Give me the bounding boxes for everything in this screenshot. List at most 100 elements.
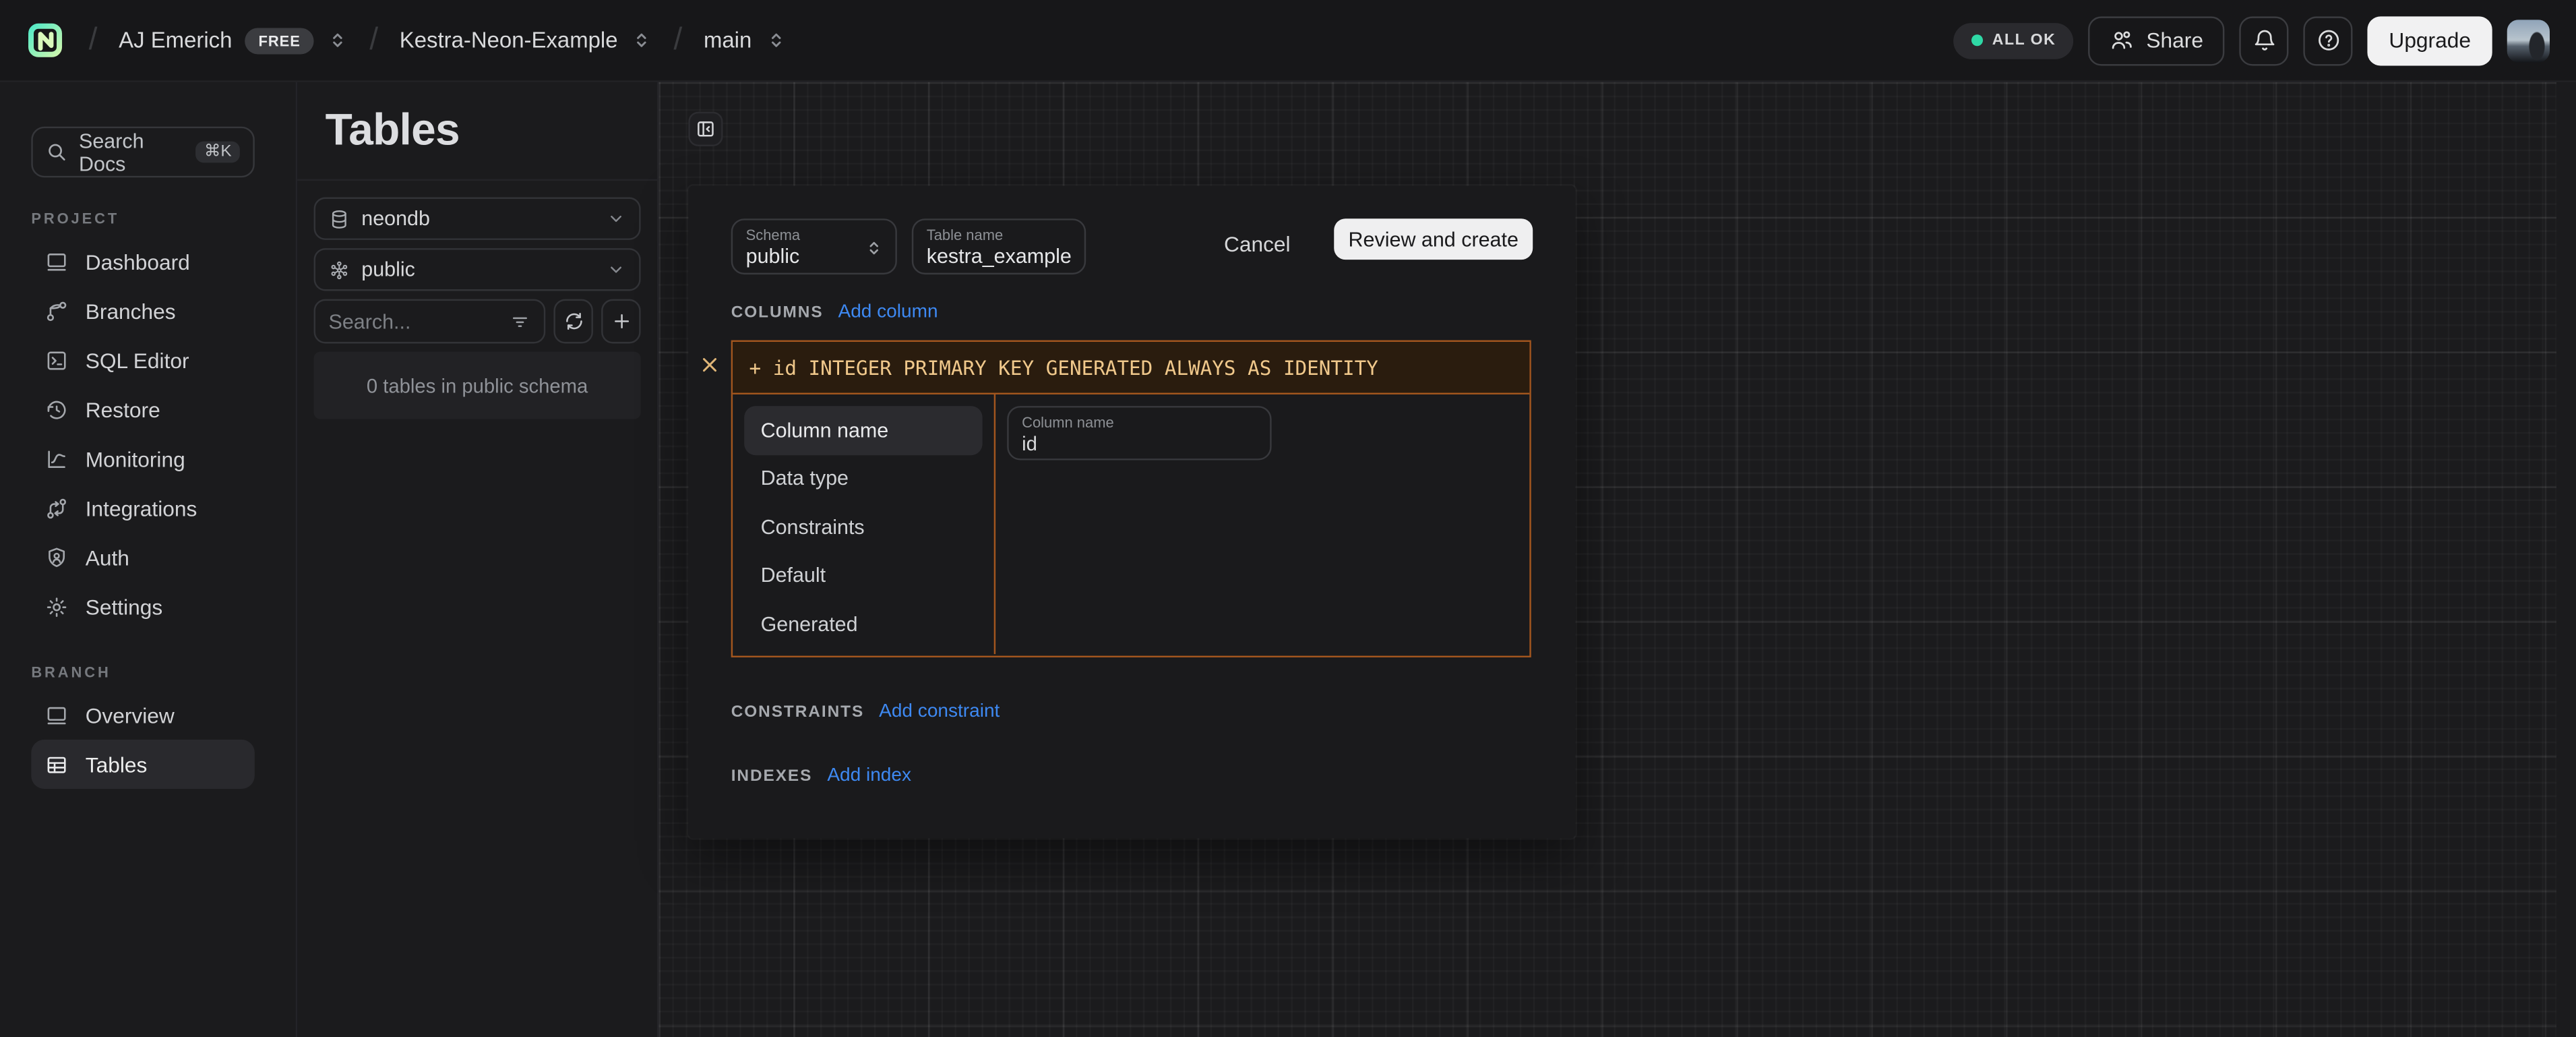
refresh-button[interactable] xyxy=(553,299,593,344)
chevrons-up-down-icon[interactable] xyxy=(631,30,652,51)
page-title: Tables xyxy=(326,105,657,156)
chart-icon xyxy=(44,446,69,471)
database-select-value: neondb xyxy=(361,207,430,230)
constraints-section-header: CONSTRAINTS Add constraint xyxy=(731,702,1000,721)
plus-icon xyxy=(611,311,632,332)
database-select[interactable]: neondb xyxy=(314,198,641,240)
column-name-input-value: id xyxy=(1022,432,1257,457)
share-label: Share xyxy=(2146,28,2203,53)
sidebar-item-overview[interactable]: Overview xyxy=(31,690,255,740)
tab-column-name[interactable]: Column name xyxy=(744,406,982,454)
sidebar-item-sql-editor[interactable]: SQL Editor xyxy=(31,335,255,384)
add-index-link[interactable]: Add index xyxy=(827,766,911,786)
schema-icon xyxy=(329,259,350,280)
sidebar-item-label: Monitoring xyxy=(86,446,185,471)
org-name: AJ Emerich xyxy=(119,28,232,53)
user-avatar[interactable] xyxy=(2507,19,2550,61)
upgrade-button[interactable]: Upgrade xyxy=(2368,16,2492,65)
dashboard-icon xyxy=(44,249,69,274)
schema-select-value: public xyxy=(361,258,415,281)
add-constraint-link[interactable]: Add constraint xyxy=(879,702,1000,721)
sidebar: Search Docs ⌘K PROJECT Dashboard Branche… xyxy=(0,82,297,1037)
breadcrumb-separator: / xyxy=(369,22,378,59)
add-column-link[interactable]: Add column xyxy=(838,303,938,322)
topbar: / AJ Emerich FREE / Kestra-Neon-Example … xyxy=(0,0,2576,82)
sidebar-item-integrations[interactable]: Integrations xyxy=(31,483,255,533)
indexes-section-header: INDEXES Add index xyxy=(731,766,911,786)
tab-default[interactable]: Default xyxy=(744,552,982,600)
history-icon xyxy=(44,397,69,422)
chevrons-up-down-icon[interactable] xyxy=(765,30,787,51)
columns-section-header: COLUMNS Add column xyxy=(731,303,938,322)
sidebar-item-label: Restore xyxy=(86,397,160,422)
sidebar-item-label: Branches xyxy=(86,298,176,323)
sidebar-item-label: Integrations xyxy=(86,496,197,521)
table-name-field[interactable]: Table name kestra_example xyxy=(912,218,1086,274)
tab-constraints[interactable]: Constraints xyxy=(744,503,982,552)
add-table-button[interactable] xyxy=(601,299,641,344)
sidebar-item-monitoring[interactable]: Monitoring xyxy=(31,434,255,483)
sidebar-item-settings[interactable]: Settings xyxy=(31,582,255,631)
breadcrumb-org[interactable]: AJ Emerich FREE xyxy=(119,27,348,53)
sidebar-item-label: SQL Editor xyxy=(86,348,189,373)
sidebar-item-dashboard[interactable]: Dashboard xyxy=(31,237,255,286)
branch-section-label: BRANCH xyxy=(31,664,295,680)
git-compare-icon xyxy=(44,496,69,521)
sidebar-item-label: Dashboard xyxy=(86,249,190,274)
indexes-label: INDEXES xyxy=(731,767,813,786)
refresh-icon xyxy=(563,311,584,332)
status-badge[interactable]: ALL OK xyxy=(1953,22,2074,59)
upgrade-label: Upgrade xyxy=(2389,28,2471,53)
overview-icon xyxy=(44,703,69,728)
tables-search-placeholder: Search... xyxy=(329,309,411,332)
sidebar-item-label: Auth xyxy=(86,545,129,570)
git-branch-icon xyxy=(44,298,69,323)
remove-column-button[interactable] xyxy=(695,350,725,380)
gear-icon xyxy=(44,594,69,619)
tab-generated[interactable]: Generated xyxy=(744,600,982,649)
sidebar-item-label: Overview xyxy=(86,703,175,728)
share-button[interactable]: Share xyxy=(2089,16,2225,65)
terminal-icon xyxy=(44,348,69,373)
breadcrumb-project[interactable]: Kestra-Neon-Example xyxy=(400,28,652,53)
filter-icon[interactable] xyxy=(510,311,531,332)
column-sql-text: + id INTEGER PRIMARY KEY GENERATED ALWAY… xyxy=(749,356,1378,379)
table-canvas: Schema public Table name kestra_example … xyxy=(658,82,2576,1037)
tables-search-input[interactable]: Search... xyxy=(314,299,546,344)
database-icon xyxy=(329,208,350,229)
create-table-dialog: Schema public Table name kestra_example … xyxy=(688,185,1575,838)
sidebar-item-auth[interactable]: Auth xyxy=(31,533,255,582)
notifications-button[interactable] xyxy=(2240,16,2289,65)
empty-state: 0 tables in public schema xyxy=(314,352,641,419)
table-name-value: kestra_example xyxy=(927,245,1072,270)
schema-field-label: Schema xyxy=(746,227,882,245)
collapse-panel-button[interactable] xyxy=(688,112,723,146)
dialog-schema-select[interactable]: Schema public xyxy=(731,218,897,274)
column-editor-card: + id INTEGER PRIMARY KEY GENERATED ALWAY… xyxy=(731,340,1531,657)
project-section-label: PROJECT xyxy=(31,210,295,227)
help-icon xyxy=(2316,28,2341,53)
cancel-button[interactable]: Cancel xyxy=(1210,222,1304,264)
search-docs-label: Search Docs xyxy=(79,129,185,175)
tables-panel: Tables neondb public xyxy=(297,82,658,1037)
sidebar-item-restore[interactable]: Restore xyxy=(31,384,255,434)
search-icon xyxy=(46,142,67,163)
neon-logo-icon[interactable] xyxy=(26,22,64,59)
search-docs-input[interactable]: Search Docs ⌘K xyxy=(31,127,255,178)
status-label: ALL OK xyxy=(1992,31,2056,49)
column-name-input[interactable]: Column name id xyxy=(1007,406,1271,460)
review-and-create-button[interactable]: Review and create xyxy=(1334,218,1533,260)
sidebar-item-branches[interactable]: Branches xyxy=(31,286,255,335)
breadcrumb-branch[interactable]: main xyxy=(704,28,787,53)
sidebar-item-tables[interactable]: Tables xyxy=(31,740,255,789)
shield-user-icon xyxy=(44,545,69,570)
help-button[interactable] xyxy=(2304,16,2353,65)
column-sql-header[interactable]: + id INTEGER PRIMARY KEY GENERATED ALWAY… xyxy=(733,342,1529,394)
schema-select[interactable]: public xyxy=(314,248,641,291)
tab-data-type[interactable]: Data type xyxy=(744,454,982,503)
chevrons-up-down-icon xyxy=(864,238,884,258)
column-editor-tabs: Column name Data type Constraints Defaul… xyxy=(733,394,995,654)
breadcrumb-separator: / xyxy=(673,22,682,59)
sidebar-item-label: Settings xyxy=(86,594,163,619)
chevrons-up-down-icon[interactable] xyxy=(327,30,348,51)
